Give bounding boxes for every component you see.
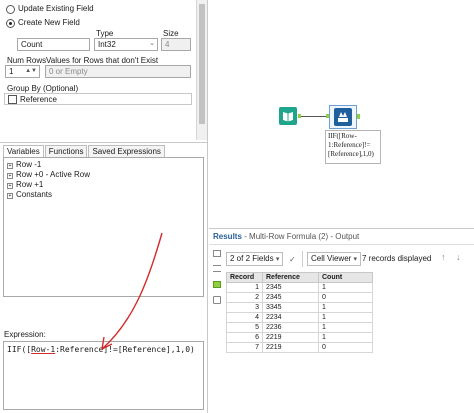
- field-name-input[interactable]: Count: [17, 38, 90, 51]
- group-by-field-label: Reference: [20, 95, 57, 104]
- fields-selector-button[interactable]: 2 of 2 Fields ▾: [226, 252, 284, 266]
- formula-output-anchor[interactable]: [357, 114, 360, 119]
- toolbar-separator: [302, 251, 303, 267]
- results-window: Results - Multi-Row Formula (2) - Output…: [209, 228, 474, 413]
- arrow-stroke: [101, 232, 163, 350]
- annotation-arrow: [101, 232, 163, 350]
- tree-item-constants[interactable]: + Constants: [4, 190, 203, 200]
- update-existing-radio[interactable]: [6, 5, 15, 14]
- chevron-down-icon: ▾: [275, 256, 280, 263]
- expand-icon[interactable]: +: [7, 163, 13, 169]
- multi-row-formula-icon: [338, 112, 348, 122]
- cell-viewer-button[interactable]: Cell Viewer ▾: [307, 252, 362, 266]
- column-header-reference[interactable]: Reference: [262, 272, 319, 283]
- results-title: Results: [213, 232, 242, 241]
- panel-divider: [0, 142, 207, 143]
- reference-checkbox[interactable]: [8, 95, 17, 104]
- table-row[interactable]: 2 2345 0: [226, 292, 373, 303]
- book-icon: [283, 112, 293, 122]
- results-divider: [209, 244, 474, 245]
- tool-annotation: IIF([Row- 1:Reference]!= [Reference],1,0…: [325, 130, 381, 164]
- create-new-label: Create New Field: [18, 18, 80, 27]
- tool-selection-frame: [329, 105, 357, 129]
- update-existing-label: Update Existing Field: [18, 4, 94, 13]
- table-row[interactable]: 7 2219 0: [226, 342, 373, 353]
- expression-label: Expression:: [4, 330, 46, 339]
- tree-item-row-active[interactable]: + Row +0 - Active Row: [4, 170, 203, 180]
- tree-item-row-plus-1[interactable]: + Row +1: [4, 180, 203, 190]
- workflow-canvas[interactable]: IIF([Row- 1:Reference]!= [Reference],1,0…: [209, 0, 474, 228]
- num-rows-stepper[interactable]: 1 ▲▼: [5, 65, 40, 78]
- stepper-arrows-icon[interactable]: ▲▼: [25, 66, 37, 76]
- size-input[interactable]: 4: [161, 38, 191, 51]
- tree-item-row-minus-1[interactable]: + Row -1: [4, 160, 203, 170]
- table-view-icon[interactable]: [213, 250, 221, 257]
- results-subtitle: - Multi-Row Formula (2) - Output: [244, 232, 360, 241]
- column-header-record[interactable]: Record: [226, 272, 263, 283]
- type-select[interactable]: Int32 ⌄: [94, 38, 158, 51]
- list-view-icon[interactable]: [213, 265, 221, 272]
- check-icon[interactable]: ✓: [289, 255, 296, 264]
- create-new-radio[interactable]: [6, 19, 15, 28]
- table-row[interactable]: 3 3345 1: [226, 302, 373, 313]
- connection-line: [301, 115, 327, 117]
- table-row[interactable]: 1 2345 1: [226, 282, 373, 293]
- column-header-count[interactable]: Count: [318, 272, 373, 283]
- table-row[interactable]: 6 2219 1: [226, 332, 373, 343]
- configuration-panel: Update Existing Field Create New Field T…: [0, 0, 208, 413]
- chevron-down-icon: ⌄: [149, 40, 155, 47]
- input-data-tool[interactable]: [279, 107, 297, 125]
- arrow-down-icon[interactable]: ↓: [456, 252, 461, 262]
- expression-prefix: IIF([: [7, 345, 32, 354]
- config-scrollbar[interactable]: [196, 0, 207, 140]
- expand-icon[interactable]: +: [7, 183, 13, 189]
- config-scrollbar-thumb[interactable]: [199, 4, 205, 124]
- results-table: Record Reference Count 1 2345 1 2 2345 0 3 33…: [226, 272, 373, 353]
- group-by-list: Reference: [4, 93, 192, 105]
- values-select[interactable]: 0 or Empty: [45, 65, 191, 78]
- chevron-down-icon: ▾: [353, 256, 358, 263]
- table-row[interactable]: 5 2236 1: [226, 322, 373, 333]
- type-select-value: Int32: [98, 40, 116, 49]
- arrow-up-icon[interactable]: ↑: [441, 252, 446, 262]
- table-row[interactable]: 4 2234 1: [226, 312, 373, 323]
- num-rows-value: 1: [9, 67, 14, 76]
- expand-icon[interactable]: +: [7, 173, 13, 179]
- records-displayed-label: 7 records displayed: [362, 254, 432, 263]
- messages-icon[interactable]: [213, 296, 221, 304]
- results-title-bar: Results - Multi-Row Formula (2) - Output: [213, 232, 359, 242]
- output-anchor-icon[interactable]: [213, 281, 221, 288]
- expand-icon[interactable]: +: [7, 193, 13, 199]
- table-header-row: Record Reference Count: [226, 272, 373, 283]
- expression-highlight: Row-1: [31, 345, 56, 354]
- multi-row-formula-tool[interactable]: [334, 108, 352, 126]
